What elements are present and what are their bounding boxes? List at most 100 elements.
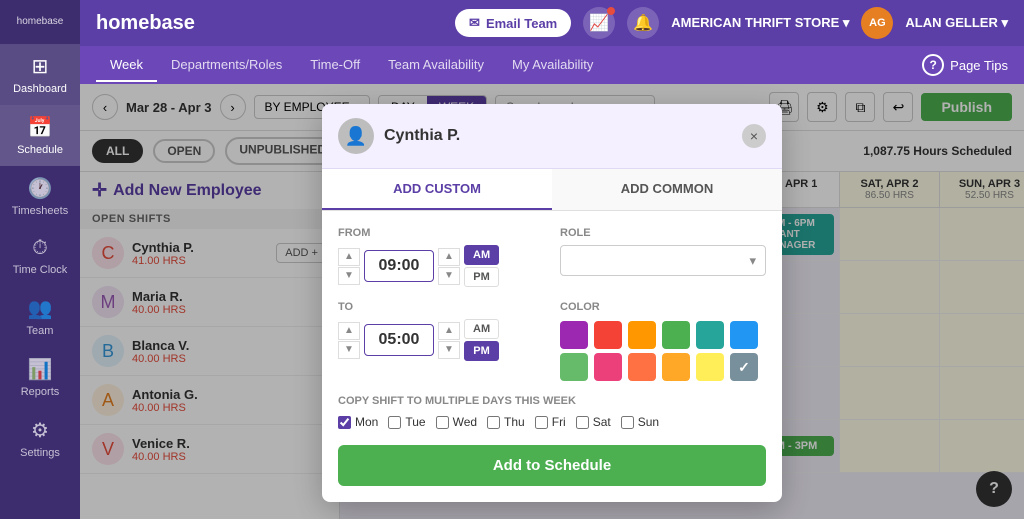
day-check-fri[interactable]: Fri xyxy=(535,415,566,429)
sidebar-item-timesheets[interactable]: 🕐 Timesheets xyxy=(0,166,80,227)
day-checkbox-sat[interactable] xyxy=(576,416,589,429)
team-icon: 👥 xyxy=(28,296,53,321)
from-time-row: ▲ ▼ 09:00 ▲ ▼ AM xyxy=(338,245,544,287)
from-time-display: 09:00 xyxy=(364,250,434,282)
sidebar-item-timeclock[interactable]: ⏱ Time Clock xyxy=(0,227,80,286)
color-deep-orange[interactable] xyxy=(628,353,656,381)
help-icon: ? xyxy=(922,54,944,76)
color-grid xyxy=(560,321,766,381)
to-pm-button[interactable]: PM xyxy=(464,341,499,361)
role-select-wrap xyxy=(560,245,766,276)
color-amber[interactable] xyxy=(662,353,690,381)
top-nav: homebase ✉ Email Team 📈 🔔 AMERICAN THRIF… xyxy=(80,0,1024,46)
day-check-wed[interactable]: Wed xyxy=(436,415,477,429)
color-blue-grey[interactable] xyxy=(730,353,758,381)
to-increment[interactable]: ▲ xyxy=(338,322,360,340)
app-logo: homebase xyxy=(0,0,80,44)
color-label: COLOR xyxy=(560,301,766,313)
to-stepper: ▲ ▼ xyxy=(338,322,360,359)
subnav-my-availability[interactable]: My Availability xyxy=(498,49,607,82)
main-content: homebase ✉ Email Team 📈 🔔 AMERICAN THRIF… xyxy=(80,0,1024,519)
sidebar-item-schedule[interactable]: 📅 Schedule xyxy=(0,105,80,166)
color-light-green[interactable] xyxy=(560,353,588,381)
modal-overlay[interactable]: 👤 Cynthia P. × ADD CUSTOM ADD COMMON FRO… xyxy=(80,84,1024,519)
day-check-sun[interactable]: Sun xyxy=(621,415,659,429)
color-teal[interactable] xyxy=(696,321,724,349)
from-time-up[interactable]: ▲ xyxy=(438,248,460,266)
to-time-down[interactable]: ▼ xyxy=(438,341,460,359)
sidebar-item-dashboard[interactable]: ⊞ Dashboard xyxy=(0,44,80,105)
schedule-area: ‹ Mar 28 - Apr 3 › BY EMPLOYEE ▾ DAY WEE… xyxy=(80,84,1024,519)
day-checkbox-mon[interactable] xyxy=(338,416,351,429)
activity-icon-wrap: 📈 xyxy=(583,7,615,39)
day-checkbox-thu[interactable] xyxy=(487,416,500,429)
to-decrement[interactable]: ▼ xyxy=(338,341,360,359)
from-decrement[interactable]: ▼ xyxy=(338,267,360,285)
color-pink[interactable] xyxy=(594,353,622,381)
sidebar-item-reports[interactable]: 📊 Reports xyxy=(0,347,80,408)
role-label: ROLE xyxy=(560,227,766,239)
brand-name: homebase xyxy=(96,12,195,35)
modal-body: FROM ▲ ▼ 09:00 ▲ ▼ xyxy=(322,211,782,502)
to-ampm: AM PM xyxy=(464,319,499,361)
to-color-row: TO ▲ ▼ 05:00 ▲ ▼ xyxy=(338,301,766,381)
user-name[interactable]: ALAN GELLER ▾ xyxy=(905,15,1008,31)
reports-icon: 📊 xyxy=(28,357,53,382)
color-row-1 xyxy=(560,321,766,349)
timeclock-icon: ⏱ xyxy=(32,237,48,260)
from-time-down[interactable]: ▼ xyxy=(438,267,460,285)
add-to-schedule-button[interactable]: Add to Schedule xyxy=(338,445,766,486)
day-checkbox-wed[interactable] xyxy=(436,416,449,429)
time-row: FROM ▲ ▼ 09:00 ▲ ▼ xyxy=(338,227,766,287)
sidebar-item-label: Reports xyxy=(21,386,60,398)
day-checkbox-tue[interactable] xyxy=(388,416,401,429)
day-check-mon[interactable]: Mon xyxy=(338,415,378,429)
subnav-departments[interactable]: Departments/Roles xyxy=(157,49,296,82)
modal-close-button[interactable]: × xyxy=(742,124,766,148)
email-icon: ✉ xyxy=(469,15,480,31)
subnav-timeoff[interactable]: Time-Off xyxy=(296,49,374,82)
color-yellow[interactable] xyxy=(696,353,724,381)
email-team-button[interactable]: ✉ Email Team xyxy=(455,9,571,37)
role-select[interactable] xyxy=(560,245,766,276)
to-time-stepper-right: ▲ ▼ xyxy=(438,322,460,359)
subnav-week[interactable]: Week xyxy=(96,49,157,82)
to-am-button[interactable]: AM xyxy=(464,319,499,339)
sidebar-item-label: Schedule xyxy=(17,144,63,156)
subnav-team-availability[interactable]: Team Availability xyxy=(374,49,498,82)
from-pm-button[interactable]: PM xyxy=(464,267,499,287)
copy-days-section: COPY SHIFT TO MULTIPLE DAYS THIS WEEK Mo… xyxy=(338,395,766,429)
color-purple[interactable] xyxy=(560,321,588,349)
color-red[interactable] xyxy=(594,321,622,349)
day-check-sat[interactable]: Sat xyxy=(576,415,611,429)
tab-add-common[interactable]: ADD COMMON xyxy=(552,169,782,210)
page-tips-label: Page Tips xyxy=(950,58,1008,73)
from-time-stepper-right: ▲ ▼ xyxy=(438,248,460,285)
color-group: COLOR xyxy=(560,301,766,381)
color-orange[interactable] xyxy=(628,321,656,349)
notification-dot xyxy=(607,7,615,15)
bell-icon[interactable]: 🔔 xyxy=(627,7,659,39)
days-row: Mon Tue Wed Thu xyxy=(338,415,766,429)
from-am-button[interactable]: AM xyxy=(464,245,499,265)
from-group: FROM ▲ ▼ 09:00 ▲ ▼ xyxy=(338,227,544,287)
from-stepper: ▲ ▼ xyxy=(338,248,360,285)
page-tips-button[interactable]: ? Page Tips xyxy=(922,54,1008,76)
store-name[interactable]: AMERICAN THRIFT STORE ▾ xyxy=(671,15,849,31)
tab-add-custom[interactable]: ADD CUSTOM xyxy=(322,169,552,210)
role-group: ROLE xyxy=(560,227,766,287)
to-time-up[interactable]: ▲ xyxy=(438,322,460,340)
day-checkbox-fri[interactable] xyxy=(535,416,548,429)
day-check-tue[interactable]: Tue xyxy=(388,415,425,429)
color-blue[interactable] xyxy=(730,321,758,349)
sidebar-item-settings[interactable]: ⚙ Settings xyxy=(0,408,80,469)
sidebar-item-label: Dashboard xyxy=(13,83,67,95)
day-check-thu[interactable]: Thu xyxy=(487,415,525,429)
sidebar-item-team[interactable]: 👥 Team xyxy=(0,286,80,347)
color-green[interactable] xyxy=(662,321,690,349)
from-label: FROM xyxy=(338,227,544,239)
day-checkbox-sun[interactable] xyxy=(621,416,634,429)
from-increment[interactable]: ▲ xyxy=(338,248,360,266)
modal-tabs: ADD CUSTOM ADD COMMON xyxy=(322,169,782,211)
to-time-row: ▲ ▼ 05:00 ▲ ▼ AM xyxy=(338,319,544,361)
